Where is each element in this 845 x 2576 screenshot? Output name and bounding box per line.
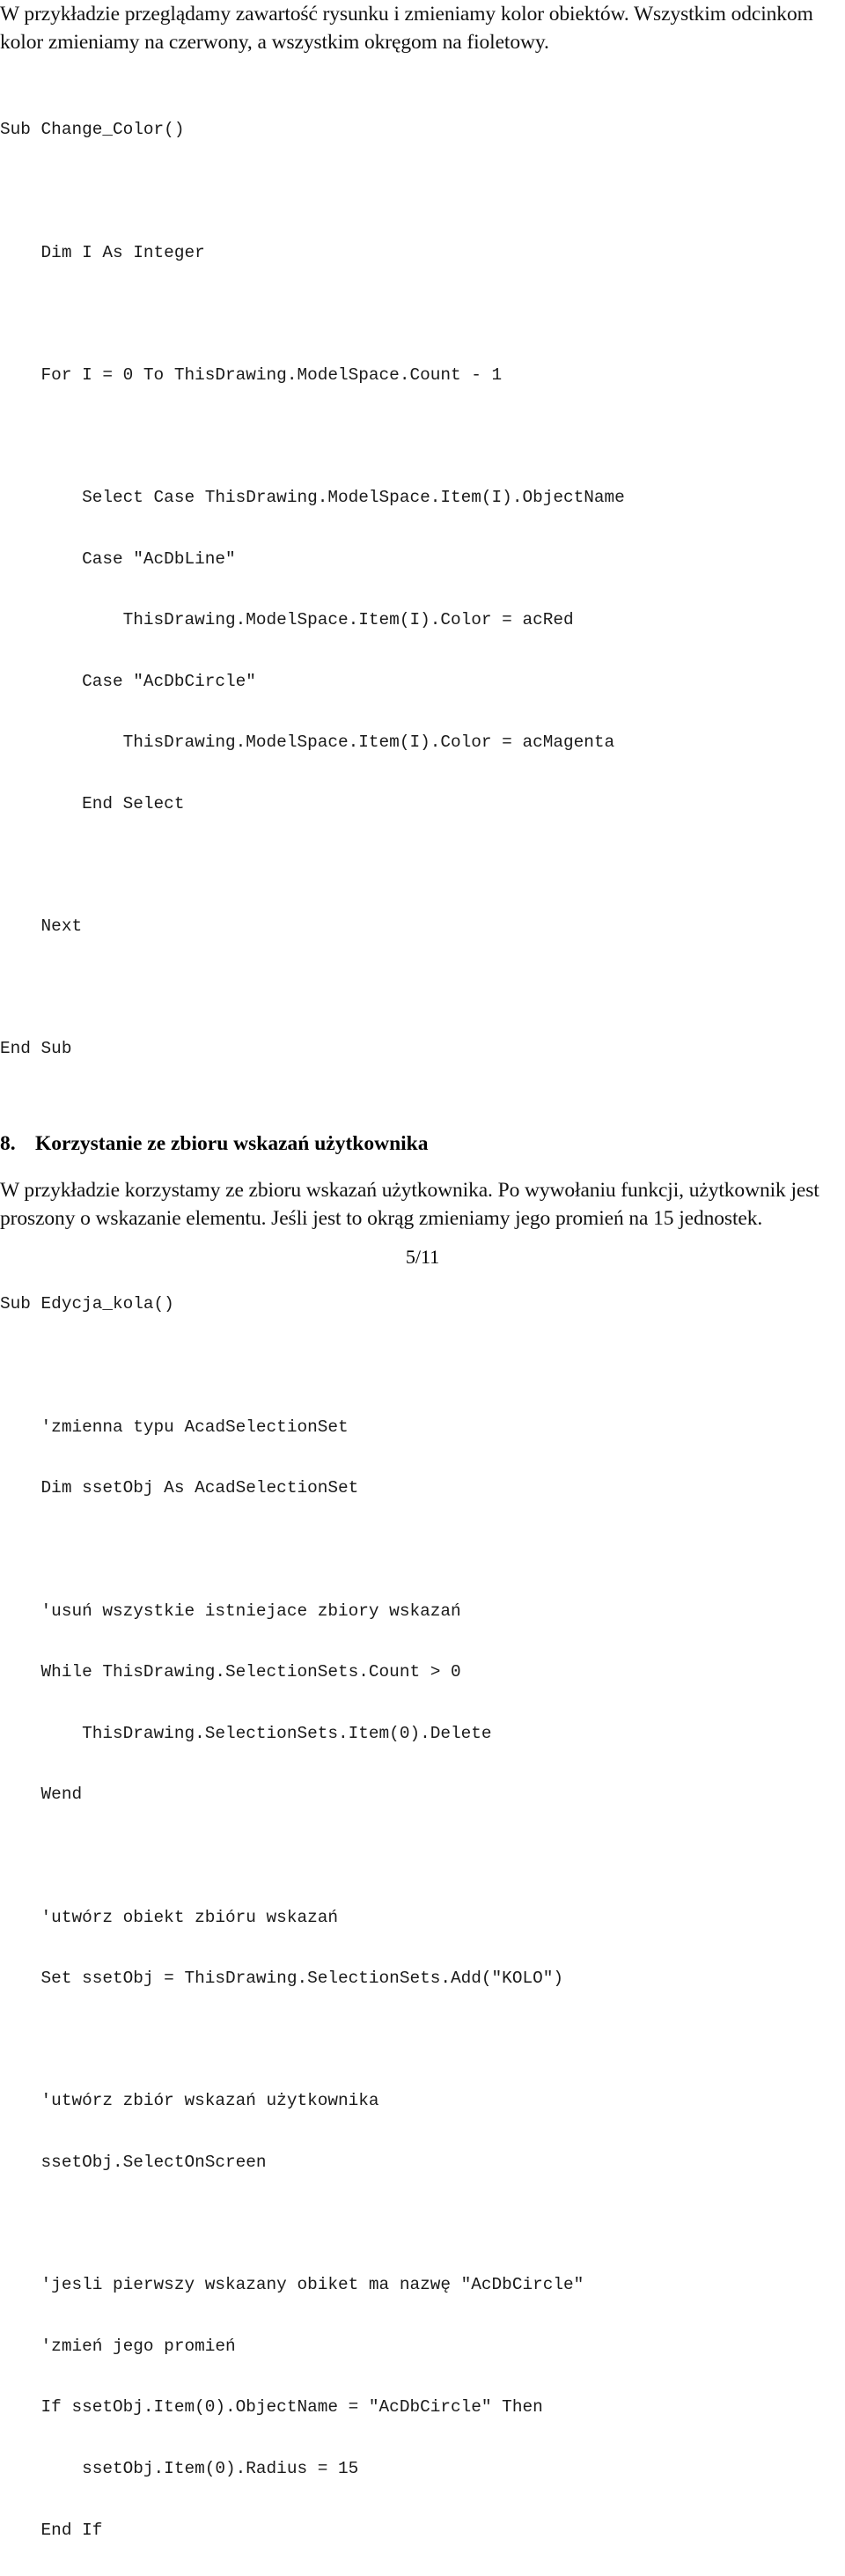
code-line: Wend: [0, 1785, 83, 1805]
code-line: 'usuń wszystkie istniejace zbiory wskaza…: [0, 1601, 461, 1621]
section-8-paragraph: W przykładzie korzystamy ze zbioru wskaz…: [0, 1179, 819, 1231]
code-line: Select Case ThisDrawing.ModelSpace.Item(…: [0, 488, 625, 508]
code-line: ssetObj.Item(0).Radius = 15: [0, 2458, 359, 2478]
code-line: 'zmienna typu AcadSelectionSet: [0, 1417, 349, 1437]
code-block-edycja-kola: Sub Edycja_kola() 'zmienna typu AcadSele…: [0, 1254, 834, 2576]
code-line: Case "AcDbLine": [0, 548, 236, 569]
code-line: 'utwórz zbiór wskazań użytkownika: [0, 2091, 379, 2111]
code-line: Next: [0, 916, 83, 937]
code-line: ThisDrawing.ModelSpace.Item(I).Color = a…: [0, 732, 615, 753]
code-line: End If: [0, 2520, 103, 2540]
code-block-change-color: Sub Change_Color() Dim I As Integer For …: [0, 79, 834, 1100]
section-heading-8: 8. Korzystanie ze zbioru wskazań użytkow…: [0, 1130, 834, 1157]
code-line: Dim ssetObj As AcadSelectionSet: [0, 1478, 359, 1498]
code-line: ssetObj.SelectOnScreen: [0, 2152, 267, 2172]
section-title: Korzystanie ze zbioru wskazań użytkownik…: [35, 1132, 429, 1156]
code-line: 'jesli pierwszy wskazany obiket ma nazwę…: [0, 2275, 584, 2295]
page-number: 5/11: [405, 1246, 440, 1268]
code-line: Case "AcDbCircle": [0, 671, 256, 691]
document-page: W przykładzie przeglądamy zawartość rysu…: [0, 0, 845, 2540]
code-line: Sub Edycja_kola(): [0, 1294, 174, 1314]
code-line: While ThisDrawing.SelectionSets.Count > …: [0, 1662, 461, 1682]
code-line: ThisDrawing.ModelSpace.Item(I).Color = a…: [0, 610, 574, 630]
code-line: Dim I As Integer: [0, 242, 205, 262]
intro-paragraph: W przykładzie przeglądamy zawartość rysu…: [0, 3, 813, 54]
code-line: Sub Change_Color(): [0, 120, 185, 140]
code-line: Set ssetObj = ThisDrawing.SelectionSets.…: [0, 1969, 563, 1989]
code-line: End Select: [0, 794, 185, 814]
section-number: 8.: [0, 1132, 16, 1156]
code-line: 'zmień jego promień: [0, 2336, 236, 2356]
page-footer: 5/11: [0, 1246, 845, 1269]
code-line: End Sub: [0, 1039, 72, 1059]
code-line: ThisDrawing.SelectionSets.Item(0).Delete: [0, 1723, 492, 1743]
code-line: 'utwórz obiekt zbióru wskazań: [0, 1907, 338, 1927]
code-line: If ssetObj.Item(0).ObjectName = "AcDbCir…: [0, 2397, 543, 2418]
code-line: For I = 0 To ThisDrawing.ModelSpace.Coun…: [0, 364, 503, 385]
